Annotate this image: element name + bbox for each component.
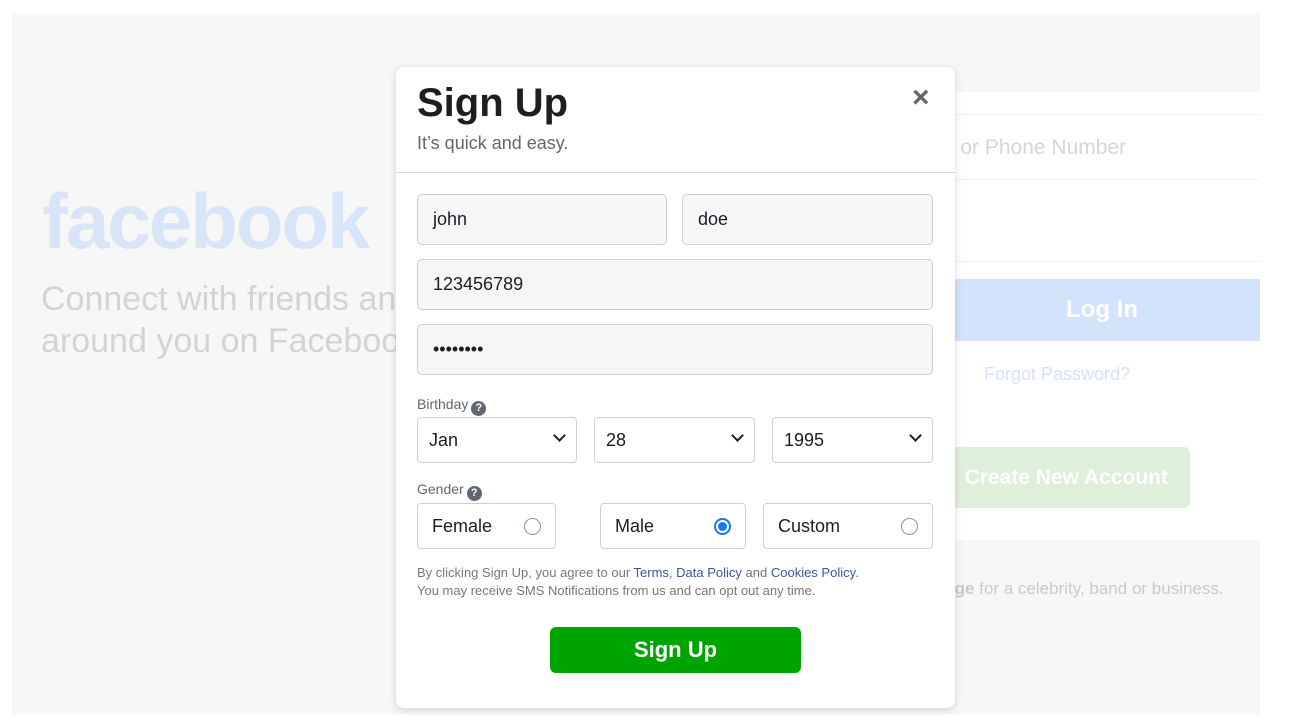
terms-text: By clicking Sign Up, you agree to our Te… — [417, 564, 947, 600]
facebook-logo: facebook — [42, 177, 370, 265]
sign-up-button[interactable]: Sign Up — [550, 627, 801, 673]
gender-female[interactable]: Female — [417, 503, 556, 549]
birth-day-value: 28 — [606, 430, 627, 450]
gender-label: Gender? — [417, 481, 482, 501]
birth-year-select[interactable]: 1995 — [772, 417, 933, 463]
gender-label-text: Gender — [417, 481, 464, 497]
chevron-down-icon — [553, 429, 566, 442]
modal-title: Sign Up — [417, 81, 569, 125]
chevron-down-icon — [731, 429, 744, 442]
birthday-label-text: Birthday — [417, 396, 469, 412]
mobile-input[interactable]: 123456789 — [417, 259, 933, 310]
signup-modal: Sign Up It’s quick and easy. × john doe … — [396, 67, 955, 708]
gender-female-label: Female — [432, 516, 493, 536]
gender-custom-label: Custom — [778, 516, 841, 536]
last-name-input[interactable]: doe — [682, 194, 933, 245]
modal-subtitle: It’s quick and easy. — [417, 133, 569, 153]
birthday-label: Birthday? — [417, 396, 487, 416]
terms-link[interactable]: Terms — [634, 565, 669, 580]
chevron-down-icon — [909, 429, 922, 442]
terms-text-4: . — [855, 565, 859, 580]
data-policy-link[interactable]: Data Policy — [676, 565, 742, 580]
radio-icon[interactable] — [901, 518, 918, 535]
password-input[interactable]: •••••••• — [417, 324, 933, 375]
birth-year-value: 1995 — [784, 430, 825, 450]
sms-notice: You may receive SMS Notifications from u… — [417, 583, 816, 598]
terms-text-3: and — [741, 565, 771, 580]
divider — [396, 172, 955, 173]
cookies-policy-link[interactable]: Cookies Policy — [771, 565, 855, 580]
help-icon[interactable]: ? — [471, 401, 487, 416]
radio-icon[interactable] — [524, 518, 541, 535]
help-icon[interactable]: ? — [466, 486, 482, 501]
terms-text-1: By clicking Sign Up, you agree to our — [417, 565, 634, 580]
first-name-input[interactable]: john — [417, 194, 667, 245]
birth-day-select[interactable]: 28 — [594, 417, 755, 463]
create-page-suffix: for a celebrity, band or business. — [974, 579, 1224, 598]
close-icon[interactable]: × — [912, 81, 930, 115]
birth-month-select[interactable]: Jan — [417, 417, 577, 463]
birth-month-value: Jan — [429, 430, 459, 450]
gender-male-label: Male — [615, 516, 655, 536]
gender-male[interactable]: Male — [600, 503, 746, 549]
gender-custom[interactable]: Custom — [763, 503, 933, 549]
forgot-password-link[interactable]: Forgot Password? — [984, 364, 1130, 385]
radio-checked-icon[interactable] — [714, 518, 731, 535]
